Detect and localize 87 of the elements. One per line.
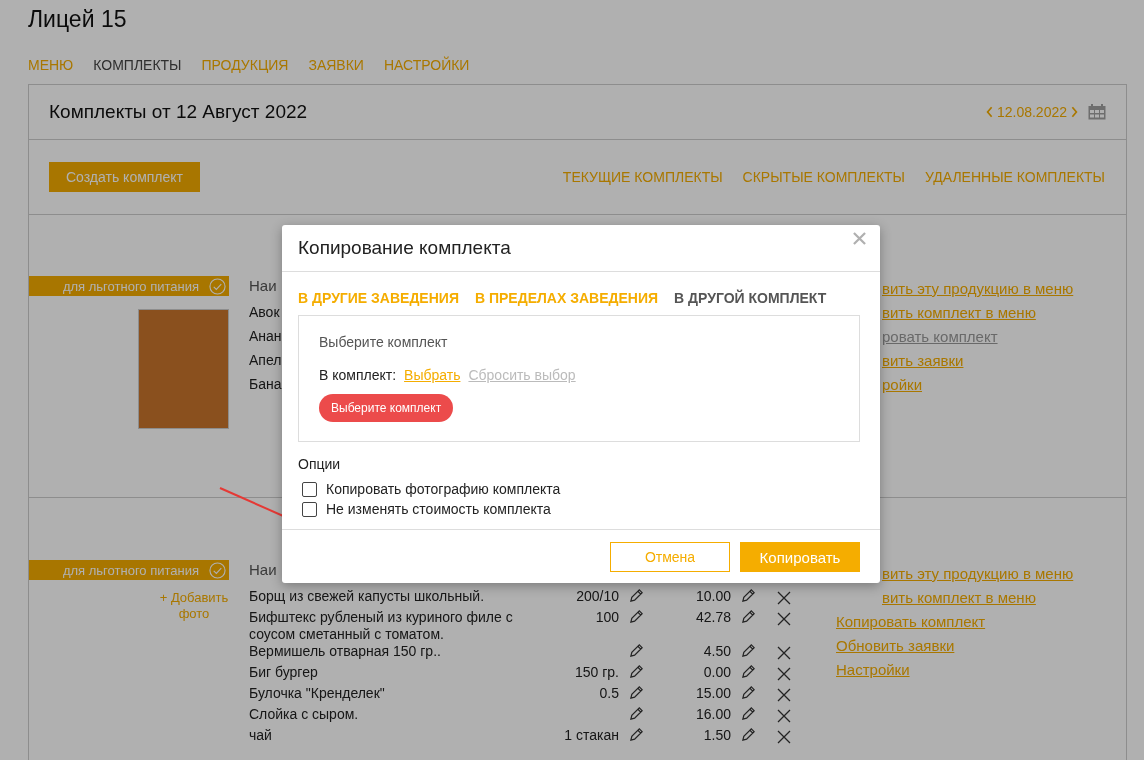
option-label: Не изменять стоимость комплекта: [326, 500, 551, 519]
item-price: 0.00: [702, 664, 731, 681]
item-price: 15.00: [694, 685, 731, 702]
item-name: Авок: [249, 304, 280, 321]
create-set-button[interactable]: Создать комплект: [49, 162, 201, 192]
pencil-icon[interactable]: [741, 588, 756, 603]
nav-tab[interactable]: ЗАЯВКИ: [308, 56, 364, 76]
item-quantity: 150 гр.: [574, 664, 619, 680]
item-name: Слойка с сыром.: [249, 706, 360, 723]
close-icon[interactable]: [777, 646, 791, 660]
close-icon[interactable]: [777, 591, 791, 605]
options-title: Опции: [298, 456, 342, 472]
action-link[interactable]: Настройки: [836, 658, 910, 682]
item-name: Биг бургер: [249, 664, 319, 681]
action-link[interactable]: вить комплект в меню: [882, 586, 1036, 610]
pencil-icon[interactable]: [629, 664, 644, 679]
item-price: 4.50: [702, 643, 731, 660]
pencil-icon[interactable]: [629, 609, 644, 624]
column-header: Наи: [249, 560, 277, 580]
item-price: 42.78: [694, 609, 731, 626]
dialog-tab[interactable]: В ДРУГОЙ КОМПЛЕКТ: [674, 289, 827, 307]
column-header: Наи: [249, 276, 277, 296]
item-price: 16.00: [694, 706, 731, 723]
pencil-icon[interactable]: [629, 643, 644, 658]
nav-tab[interactable]: МЕНЮ: [28, 56, 74, 76]
item-name: Апел: [249, 352, 282, 369]
dialog-tab[interactable]: В ПРЕДЕЛАХ ЗАВЕДЕНИЯ: [474, 289, 659, 307]
cancel-button[interactable]: Отмена: [610, 542, 730, 572]
action-link[interactable]: ройки: [882, 373, 922, 397]
pencil-icon[interactable]: [741, 727, 756, 742]
choose-set-button[interactable]: Выберите комплект: [319, 394, 454, 422]
copy-button[interactable]: Копировать: [740, 542, 860, 572]
action-link[interactable]: вить заявки: [882, 349, 964, 373]
card-title: Комплекты от 12 Август 2022: [49, 101, 308, 123]
close-icon[interactable]: [777, 730, 791, 744]
pencil-icon[interactable]: [629, 588, 644, 603]
action-link[interactable]: вить эту продукцию в меню: [882, 562, 1074, 586]
action-link[interactable]: вить комплект в меню: [882, 301, 1036, 325]
item-name: Бана: [249, 376, 282, 393]
checkbox[interactable]: [302, 501, 317, 517]
panel-title: Выберите комплект: [319, 334, 449, 350]
close-icon[interactable]: [777, 688, 791, 702]
add-photo-link[interactable]: + Добавить фото: [149, 590, 239, 622]
pencil-icon[interactable]: [741, 664, 756, 679]
item-name: Анан: [249, 328, 282, 345]
item-name: Булочка "Кренделек": [249, 685, 386, 702]
action-link[interactable]: Копировать комплект: [836, 610, 986, 634]
item-quantity: 200/10: [576, 588, 619, 604]
item-name: Борщ из свежей капусты школьный.: [249, 588, 486, 605]
filter-link[interactable]: ТЕКУЩИЕ КОМПЛЕКТЫ: [562, 169, 723, 185]
tag-label: для льготного питания: [62, 562, 199, 578]
filter-link[interactable]: СКРЫТЫЕ КОМПЛЕКТЫ: [742, 169, 905, 185]
option-label: Копировать фотографию комплекта: [326, 480, 561, 499]
pencil-icon[interactable]: [629, 685, 644, 700]
dialog-tab[interactable]: В ДРУГИЕ ЗАВЕДЕНИЯ: [298, 289, 459, 307]
nav-tab[interactable]: КОМПЛЕКТЫ: [93, 56, 182, 76]
close-icon[interactable]: [777, 612, 791, 626]
choose-link[interactable]: Выбрать: [404, 367, 461, 383]
close-icon[interactable]: [777, 709, 791, 723]
pencil-icon[interactable]: [629, 706, 644, 721]
item-name: чай: [249, 727, 273, 744]
tag-label: для льготного питания: [62, 278, 199, 294]
date-label: 12.08.2022: [996, 104, 1067, 120]
close-icon[interactable]: [777, 667, 791, 681]
item-name: Вермишель отварная 150 гр..: [249, 643, 442, 660]
action-link[interactable]: Обновить заявки: [836, 634, 955, 658]
nav-tab[interactable]: НАСТРОЙКИ: [383, 56, 470, 76]
pencil-icon[interactable]: [741, 706, 756, 721]
pencil-icon[interactable]: [629, 727, 644, 742]
action-link[interactable]: вить эту продукцию в меню: [882, 277, 1074, 301]
pencil-icon[interactable]: [741, 643, 756, 658]
item-price: 10.00: [694, 588, 731, 605]
filter-link[interactable]: УДАЛЕННЫЕ КОМПЛЕКТЫ: [925, 169, 1105, 185]
item-quantity: 0.5: [599, 685, 619, 701]
item-name: Бифштекс рубленый из куриного филе с соусом сметанный с томатом.: [249, 609, 514, 643]
pencil-icon[interactable]: [741, 609, 756, 624]
item-quantity: 1 стакан: [564, 727, 619, 743]
site-title: Лицей 15: [27, 5, 128, 33]
dialog-title: Копирование комплекта: [298, 237, 511, 259]
checkbox[interactable]: [302, 481, 317, 497]
check-circle-icon[interactable]: [209, 277, 226, 295]
nav-tab[interactable]: ПРОДУКЦИЯ: [201, 56, 289, 76]
item-quantity: 100: [595, 609, 619, 625]
check-circle-icon[interactable]: [209, 561, 226, 579]
item-price: 1.50: [702, 727, 731, 744]
target-label: В комплект:: [319, 367, 397, 383]
pencil-icon[interactable]: [741, 685, 756, 700]
